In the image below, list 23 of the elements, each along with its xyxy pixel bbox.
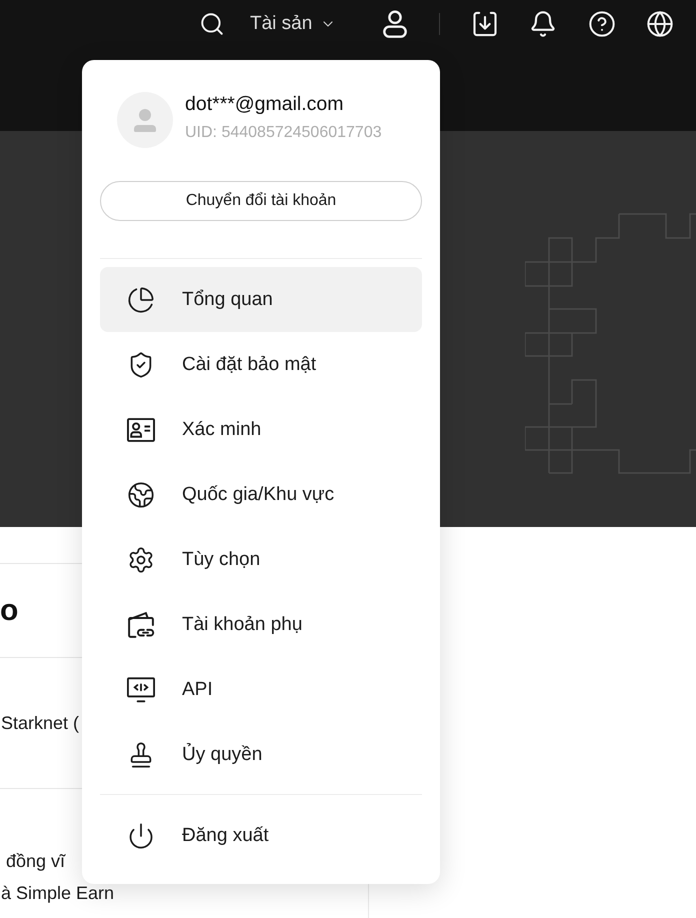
power-icon (127, 822, 155, 850)
section-heading: o (0, 594, 18, 628)
globe-icon[interactable] (646, 10, 674, 38)
settings-icon (127, 546, 155, 574)
earth-icon (127, 480, 155, 508)
monitor-code-icon (127, 676, 155, 704)
bell-icon[interactable] (529, 10, 558, 38)
user-icon[interactable] (382, 10, 408, 38)
wallet-link-icon (127, 610, 155, 638)
account-email: dot***@gmail.com (185, 92, 345, 116)
menu-item[interactable]: Tổng quan (100, 267, 422, 332)
search-icon[interactable] (199, 11, 225, 37)
pie-chart-icon (127, 286, 155, 314)
row-text: à Simple Earn (0, 882, 114, 905)
download-icon[interactable] (471, 10, 500, 38)
account-uid: UID: 544085724506017703 (185, 123, 382, 143)
avatar-icon (117, 92, 173, 148)
help-icon[interactable] (588, 10, 616, 38)
id-card-icon (127, 416, 155, 444)
switch-account-button[interactable]: Chuyển đổi tài khoản (100, 181, 422, 221)
row-text: Starknet ( (0, 712, 80, 735)
row-text: đồng vĩ (5, 850, 66, 873)
assets-dropdown[interactable]: Tài sản (250, 13, 336, 35)
